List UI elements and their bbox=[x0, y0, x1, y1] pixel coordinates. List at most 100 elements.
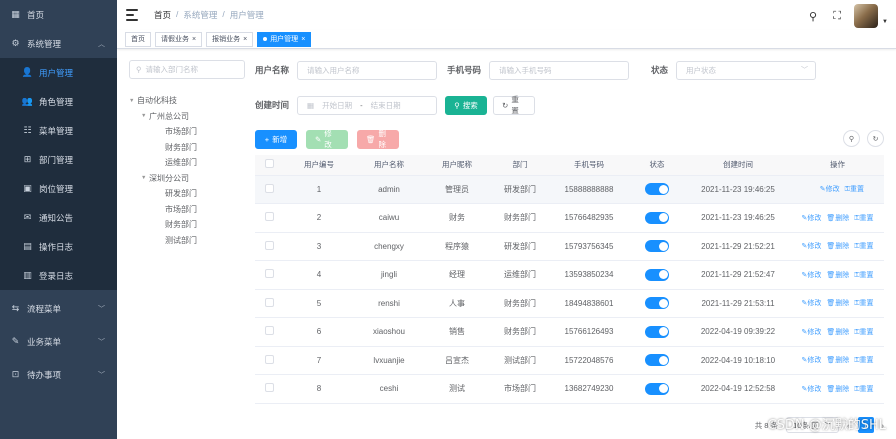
caret-down-icon[interactable]: ▼ bbox=[882, 19, 888, 25]
status-switch[interactable] bbox=[645, 240, 669, 253]
sidebar-item-business[interactable]: ✎ 业务菜单 ﹀ bbox=[0, 327, 117, 356]
close-icon[interactable]: × bbox=[192, 36, 196, 43]
status-switch[interactable] bbox=[645, 325, 669, 338]
status-switch[interactable] bbox=[645, 268, 669, 281]
dept-tree-node[interactable]: 财务部门 bbox=[129, 140, 245, 156]
edit-link[interactable]: ✎修改 bbox=[801, 213, 821, 223]
tag-leave[interactable]: 请假业务 × bbox=[155, 31, 203, 47]
status-switch[interactable] bbox=[645, 183, 669, 196]
toggle-search-icon[interactable]: ⚲ bbox=[843, 130, 860, 147]
sidebar-item-home[interactable]: ▦ 首页 bbox=[0, 0, 117, 29]
status-select[interactable]: 用户状态 ﹀ bbox=[676, 60, 817, 80]
sidebar-item-role[interactable]: 👥 角色管理 bbox=[0, 87, 117, 116]
edit-link[interactable]: ✎修改 bbox=[801, 327, 821, 337]
delete-link[interactable]: 🗑删除 bbox=[826, 241, 849, 251]
add-button[interactable]: + 新增 bbox=[255, 129, 297, 149]
select-all-checkbox[interactable] bbox=[255, 155, 283, 176]
edit-link[interactable]: ✎修改 bbox=[801, 241, 821, 251]
sidebar-item-logininfor[interactable]: ▥ 登录日志 bbox=[0, 261, 117, 290]
refresh-icon[interactable]: ↻ bbox=[867, 130, 884, 147]
dept-tree-node[interactable]: 市场部门 bbox=[129, 124, 245, 140]
search-button[interactable]: ⚲ 搜索 bbox=[445, 95, 488, 115]
dept-tree-node[interactable]: 运维部门 bbox=[129, 155, 245, 171]
phone-input[interactable]: 请输入手机号码 bbox=[489, 60, 630, 80]
table-row[interactable]: 6 xiaoshou 销售 财务部门 15766126493 2022-04-19 09:… bbox=[255, 317, 884, 347]
row-checkbox[interactable] bbox=[264, 383, 274, 393]
breadcrumb-item[interactable]: 首页 bbox=[154, 9, 171, 21]
delete-link[interactable]: 🗑删除 bbox=[826, 384, 849, 394]
delete-link[interactable]: 🗑删除 bbox=[826, 355, 849, 365]
sidebar-item-operlog[interactable]: ▤ 操作日志 bbox=[0, 232, 117, 261]
status-switch[interactable] bbox=[645, 382, 669, 395]
reset-password-link[interactable]: ⚿重置 bbox=[854, 241, 873, 251]
dept-tree-node[interactable]: ▼ 广州总公司 bbox=[129, 109, 245, 125]
table-row[interactable]: 2 caiwu 财务 财务部门 15766482935 2021-11-23 19:46:… bbox=[255, 203, 884, 233]
row-checkbox[interactable] bbox=[264, 240, 274, 250]
date-range-picker[interactable]: ▦ 开始日期 - 结束日期 bbox=[297, 95, 438, 115]
delete-link[interactable]: 🗑删除 bbox=[826, 298, 849, 308]
tag-expense[interactable]: 报销业务 × bbox=[206, 31, 254, 47]
hamburger-icon[interactable] bbox=[126, 9, 140, 21]
dept-tree-node[interactable]: 财务部门 bbox=[129, 217, 245, 233]
sidebar-item-notice[interactable]: ✉ 通知公告 bbox=[0, 203, 117, 232]
table-row[interactable]: 8 ceshi 测试 市场部门 13682749230 2022-04-19 12:52:… bbox=[255, 374, 884, 404]
reset-password-link[interactable]: ⚿重置 bbox=[854, 213, 873, 223]
sidebar-item-flow[interactable]: ⇆ 流程菜单 ﹀ bbox=[0, 294, 117, 323]
table-row[interactable]: 3 chengxy 程序猿 研发部门 15793756345 2021-11-29 21:… bbox=[255, 232, 884, 261]
dept-search-input[interactable]: ⚲ 请输入部门名称 bbox=[129, 60, 245, 79]
fullscreen-icon[interactable]: ⛶ bbox=[830, 10, 844, 23]
column-header: 部门 bbox=[491, 155, 549, 176]
row-checkbox[interactable] bbox=[264, 326, 274, 336]
sidebar-item-todo[interactable]: ⊡ 待办事项 ﹀ bbox=[0, 360, 117, 389]
edit-link[interactable]: ✎修改 bbox=[801, 384, 821, 394]
delete-link[interactable]: 🗑删除 bbox=[826, 327, 849, 337]
dept-tree-node[interactable]: ▼ 自动化科技 bbox=[129, 93, 245, 109]
table-row[interactable]: 1 admin 管理员 研发部门 15888888888 2021-11-23 19:46… bbox=[255, 175, 884, 204]
row-checkbox[interactable] bbox=[264, 297, 274, 307]
edit-link[interactable]: ✎修改 bbox=[801, 355, 821, 365]
reset-password-link[interactable]: ⚿重置 bbox=[854, 298, 873, 308]
status-switch[interactable] bbox=[645, 354, 669, 367]
dept-tree-node[interactable]: 测试部门 bbox=[129, 233, 245, 249]
sidebar-item-user[interactable]: 👤 用户管理 bbox=[0, 58, 117, 87]
avatar[interactable] bbox=[854, 4, 879, 28]
reset-button[interactable]: ↻ 重置 bbox=[493, 95, 536, 115]
op-label: 删除 bbox=[835, 214, 850, 222]
reset-password-link[interactable]: ⚿重置 bbox=[854, 384, 873, 394]
edit-link[interactable]: ✎修改 bbox=[801, 270, 821, 280]
row-checkbox[interactable] bbox=[264, 212, 274, 222]
tag-user-management[interactable]: 用户管理 × bbox=[257, 31, 312, 47]
table-row[interactable]: 4 jingli 经理 运维部门 13593850234 2021-11-29 21:52… bbox=[255, 260, 884, 290]
sidebar-item-system[interactable]: ⚙ 系统管理 ︿ bbox=[0, 29, 117, 58]
delete-button[interactable]: 🗑 删除 bbox=[357, 129, 399, 149]
sidebar-item-menu[interactable]: ☷ 菜单管理 bbox=[0, 116, 117, 145]
username-input[interactable]: 请输入用户名称 bbox=[297, 60, 438, 80]
close-icon[interactable]: × bbox=[243, 36, 247, 43]
reset-password-link[interactable]: ⚿重置 bbox=[845, 184, 864, 194]
sidebar-item-label: 业务菜单 bbox=[27, 336, 62, 347]
status-switch[interactable] bbox=[645, 211, 669, 224]
cell-time: 2022-04-19 10:18:10 bbox=[685, 346, 791, 375]
table-row[interactable]: 7 lvxuanjie 吕宣杰 测试部门 15722048576 2022-04-19 1… bbox=[255, 346, 884, 375]
dept-tree-node[interactable]: 市场部门 bbox=[129, 202, 245, 218]
row-checkbox[interactable] bbox=[264, 183, 274, 193]
row-checkbox[interactable] bbox=[264, 354, 274, 364]
sidebar-item-dept[interactable]: ⊞ 部门管理 bbox=[0, 145, 117, 174]
edit-link[interactable]: ✎修改 bbox=[801, 298, 821, 308]
table-row[interactable]: 5 renshi 人事 财务部门 18494838601 2021-11-29 21:53… bbox=[255, 289, 884, 318]
tag-home[interactable]: 首页 bbox=[125, 31, 151, 47]
status-switch[interactable] bbox=[645, 297, 669, 310]
row-checkbox[interactable] bbox=[264, 269, 274, 279]
sidebar-item-post[interactable]: ▣ 岗位管理 bbox=[0, 174, 117, 203]
close-icon[interactable]: × bbox=[301, 36, 305, 43]
search-icon[interactable]: ⚲ bbox=[806, 10, 820, 23]
delete-link[interactable]: 🗑删除 bbox=[826, 213, 849, 223]
dept-tree-node[interactable]: 研发部门 bbox=[129, 186, 245, 202]
edit-button[interactable]: ✎ 修改 bbox=[306, 129, 348, 149]
reset-password-link[interactable]: ⚿重置 bbox=[854, 327, 873, 337]
edit-link[interactable]: ✎修改 bbox=[820, 184, 840, 194]
reset-password-link[interactable]: ⚿重置 bbox=[854, 270, 873, 280]
reset-password-link[interactable]: ⚿重置 bbox=[854, 355, 873, 365]
delete-link[interactable]: 🗑删除 bbox=[826, 270, 849, 280]
dept-tree-node[interactable]: ▼ 深圳分公司 bbox=[129, 171, 245, 187]
